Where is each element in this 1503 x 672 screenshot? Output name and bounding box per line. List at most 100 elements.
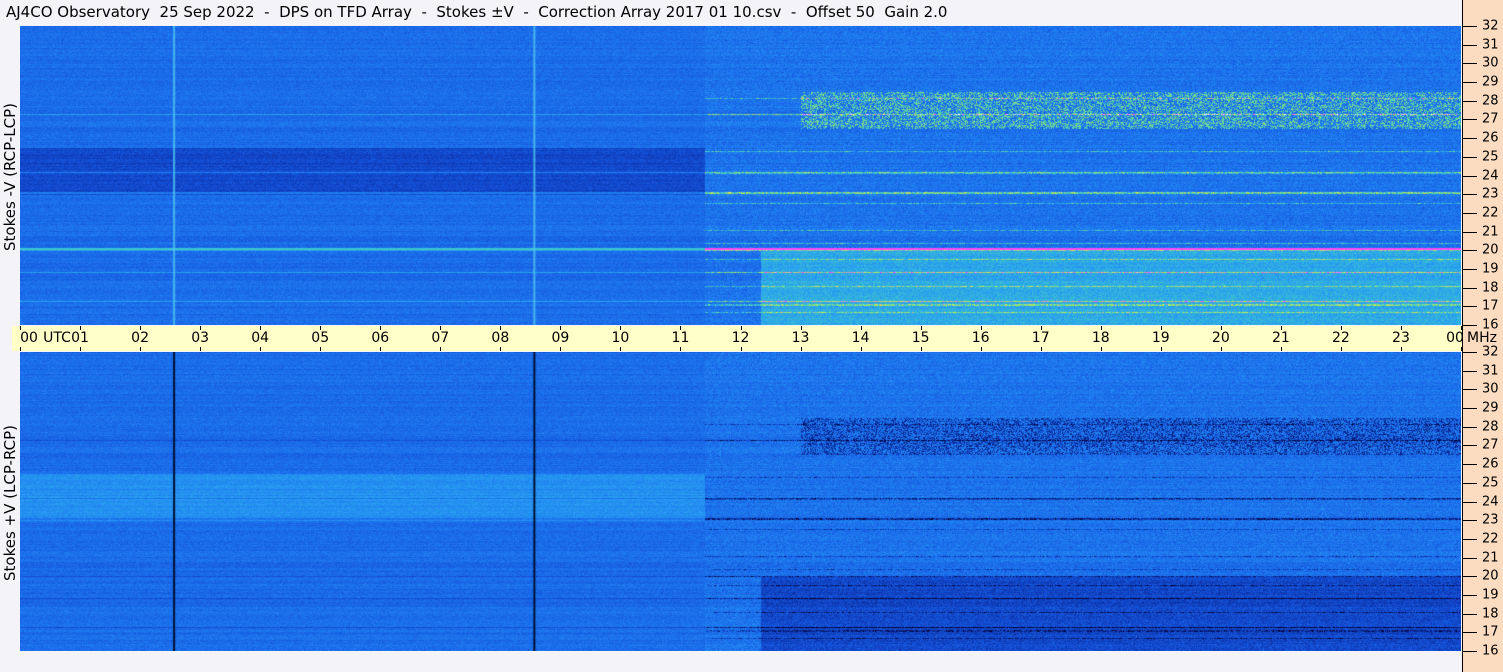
y-tick: [1462, 651, 1477, 652]
y-tick-label: 32: [1482, 18, 1499, 34]
y-tick-label: 26: [1482, 456, 1499, 472]
y-tick-label: 19: [1482, 587, 1499, 603]
y-tick: [1462, 325, 1477, 326]
chart-title: AJ4CO Observatory 25 Sep 2022 - DPS on T…: [6, 3, 948, 21]
x-tick: [200, 326, 202, 330]
x-tick: [1220, 326, 1222, 330]
spectrogram-stokes-plus-v: [20, 352, 1461, 651]
x-tick: [800, 347, 802, 351]
y-tick-label: 18: [1482, 606, 1499, 622]
x-tick: [80, 347, 82, 351]
y-tick-label: 21: [1482, 224, 1499, 240]
y-tick-label: 25: [1482, 149, 1499, 165]
y-tick-label: 31: [1482, 363, 1499, 379]
y-tick: [1462, 426, 1477, 428]
x-tick: [1340, 326, 1342, 330]
x-tick: [680, 347, 682, 351]
y-tick-label: 31: [1482, 37, 1499, 53]
x-tick-label: 12: [731, 330, 750, 346]
spectrogram-stokes-minus-v: [20, 26, 1461, 325]
x-tick: [1100, 347, 1102, 351]
y-tick: [1462, 44, 1477, 46]
y-tick: [1462, 613, 1477, 615]
x-tick-label: 22: [1331, 330, 1350, 346]
bottom-panel-label: Stokes +V (LCP-RCP): [1, 425, 19, 581]
y-tick: [1462, 482, 1477, 484]
y-tick-label: 18: [1482, 280, 1499, 296]
y-tick-label: 30: [1482, 381, 1499, 397]
x-tick-label: 18: [1091, 330, 1110, 346]
y-tick-label: 27: [1482, 437, 1499, 453]
x-tick: [260, 347, 262, 351]
y-tick: [1462, 389, 1477, 391]
x-tick: [920, 326, 922, 330]
y-tick: [1462, 231, 1477, 233]
x-tick: [380, 347, 382, 351]
x-tick: [320, 326, 322, 330]
y-tick: [1462, 352, 1477, 353]
y-tick: [1462, 194, 1477, 196]
y-tick: [1462, 632, 1477, 634]
y-tick-label: 30: [1482, 55, 1499, 71]
x-tick: [20, 326, 21, 330]
x-tick: [440, 347, 442, 351]
y-tick: [1462, 594, 1477, 596]
y-tick-label: 28: [1482, 93, 1499, 109]
x-tick: [620, 326, 622, 330]
y-tick-label: 27: [1482, 111, 1499, 127]
y-tick-label: 17: [1482, 624, 1499, 640]
x-tick: [440, 326, 442, 330]
x-tick: [20, 347, 21, 351]
y-tick: [1462, 445, 1477, 447]
x-tick: [320, 347, 322, 351]
y-tick: [1462, 287, 1477, 289]
x-tick-label: 04: [251, 330, 270, 346]
y-tick: [1462, 408, 1477, 410]
x-tick-label: 17: [1031, 330, 1050, 346]
x-tick: [620, 347, 622, 351]
x-tick: [860, 326, 862, 330]
y-tick-label: 25: [1482, 475, 1499, 491]
x-tick: [1160, 347, 1162, 351]
y-tick: [1462, 306, 1477, 308]
x-tick-label: 13: [791, 330, 810, 346]
y-tick: [1462, 250, 1477, 252]
x-tick: [1461, 347, 1462, 351]
x-tick-label: 06: [371, 330, 390, 346]
x-tick-label: 05: [311, 330, 330, 346]
x-tick: [1220, 347, 1222, 351]
x-tick: [800, 326, 802, 330]
x-tick-label: 02: [131, 330, 149, 346]
y-tick-label: 20: [1482, 568, 1499, 584]
x-tick: [380, 326, 382, 330]
y-tick-label: 24: [1482, 168, 1499, 183]
x-tick-label: 01: [71, 330, 89, 346]
y-tick-label: 29: [1482, 74, 1499, 90]
y-tick: [1462, 119, 1477, 121]
y-tick-label: 16: [1482, 643, 1499, 659]
y-tick: [1462, 26, 1477, 27]
y-tick-label: 16: [1482, 317, 1499, 333]
y-tick-label: 23: [1482, 186, 1499, 202]
x-tick: [980, 326, 982, 330]
x-tick-label: 07: [431, 330, 450, 346]
y-tick-label: 23: [1482, 512, 1499, 528]
x-tick-label: 03: [191, 330, 210, 346]
y-tick: [1462, 520, 1477, 522]
x-tick: [560, 326, 562, 330]
x-tick-label: 16: [971, 330, 990, 346]
x-tick: [500, 326, 502, 330]
y-tick: [1462, 557, 1477, 559]
y-tick: [1462, 268, 1477, 270]
y-tick: [1462, 82, 1477, 84]
x-tick: [1040, 326, 1042, 330]
x-tick-label: 00: [1446, 330, 1464, 346]
x-tick-label: 20: [1211, 330, 1230, 346]
y-tick: [1462, 63, 1477, 65]
y-tick-label: 19: [1482, 261, 1499, 277]
y-tick: [1462, 100, 1477, 102]
y-tick-label: 28: [1482, 419, 1499, 435]
y-tick-label: 22: [1482, 531, 1499, 547]
y-tick: [1462, 501, 1477, 503]
x-tick: [920, 347, 922, 351]
